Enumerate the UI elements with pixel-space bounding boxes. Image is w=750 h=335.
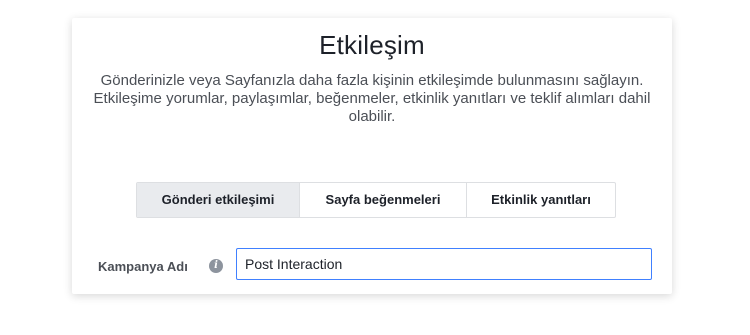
objective-card: Etkileşim Gönderinizle veya Sayfanızla d… bbox=[72, 18, 672, 294]
card-description: Gönderinizle veya Sayfanızla daha fazla … bbox=[93, 72, 651, 125]
campaign-name-label: Kampanya Adı bbox=[98, 259, 188, 274]
card-title: Etkileşim bbox=[319, 30, 425, 60]
engagement-type-tabs: Gönderi etkileşimi Sayfa beğenmeleri Etk… bbox=[136, 182, 616, 218]
page: Etkileşim Gönderinizle veya Sayfanızla d… bbox=[0, 0, 750, 335]
tab-event-responses[interactable]: Etkinlik yanıtları bbox=[467, 183, 615, 217]
campaign-name-input[interactable] bbox=[236, 248, 652, 280]
tab-page-likes[interactable]: Sayfa beğenmeleri bbox=[300, 183, 467, 217]
tab-post-engagement[interactable]: Gönderi etkileşimi bbox=[137, 183, 300, 217]
info-icon[interactable]: i bbox=[209, 259, 223, 273]
